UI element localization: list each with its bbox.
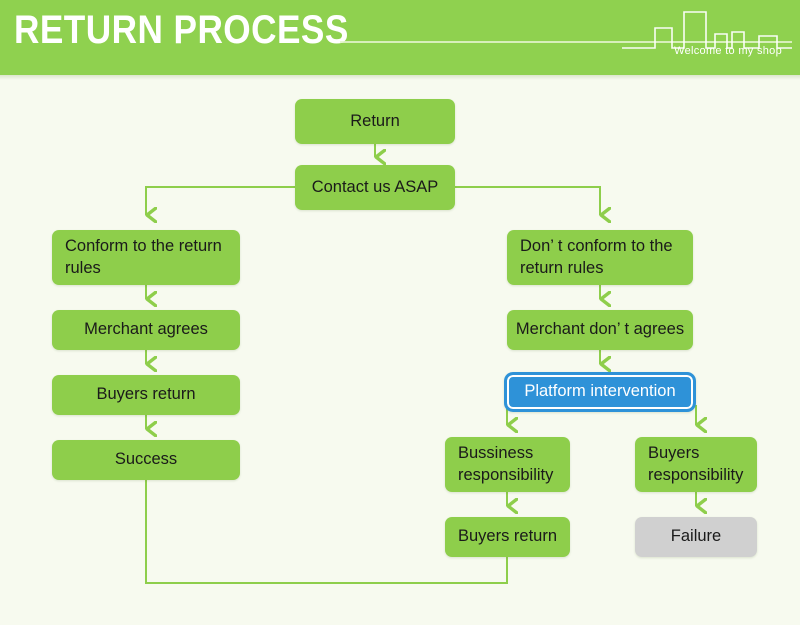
node-bussiness-responsibility-label: Bussiness responsibility <box>458 444 554 484</box>
node-buyers-return-left-label: Buyers return <box>96 385 196 404</box>
node-success[interactable]: Success <box>52 440 240 480</box>
node-contact-us-asap-label: Contact us ASAP <box>311 177 439 196</box>
node-conform-to-return-rules[interactable]: Conform to the return rules <box>52 230 240 285</box>
node-buyers-responsibility[interactable]: Buyers responsibility <box>635 437 757 492</box>
node-failure[interactable]: Failure <box>635 517 757 557</box>
node-buyers-responsibility-label: Buyers responsibility <box>648 444 744 484</box>
node-conform-label: Conform to the return rules <box>65 237 222 277</box>
node-dont-conform-to-return-rules[interactable]: Don’ t conform to the return rules <box>507 230 693 285</box>
node-bussiness-responsibility[interactable]: Bussiness responsibility <box>445 437 570 492</box>
node-platform-intervention[interactable]: Platform intervention <box>504 372 696 412</box>
node-buyers-return-left[interactable]: Buyers return <box>52 375 240 415</box>
node-merchant-agrees-label: Merchant agrees <box>84 320 208 339</box>
node-dont-conform-label: Don’ t conform to the return rules <box>520 237 673 277</box>
header-tagline: Welcome to my shop <box>674 45 782 57</box>
edge-contact-split-left <box>145 186 295 215</box>
node-merchant-agrees[interactable]: Merchant agrees <box>52 310 240 350</box>
page-header: RETURN PROCESS Welcome to my shop <box>0 0 800 75</box>
node-platform-intervention-label: Platform intervention <box>524 382 676 401</box>
node-return-label: Return <box>350 111 400 130</box>
page-title: RETURN PROCESS <box>14 8 349 52</box>
edge-contact-split-right <box>455 186 600 215</box>
flowchart-canvas: Return Contact us ASAP Conform to the re… <box>0 75 800 625</box>
node-contact-us-asap[interactable]: Contact us ASAP <box>295 165 455 210</box>
node-buyers-return-right-label: Buyers return <box>457 527 558 546</box>
page-root: RETURN PROCESS Welcome to my shop Return… <box>0 0 800 625</box>
node-merchant-dont-agrees[interactable]: Merchant don’ t agrees <box>507 310 693 350</box>
node-return[interactable]: Return <box>295 99 455 144</box>
node-success-label: Success <box>114 450 178 469</box>
node-merchant-dont-agrees-label: Merchant don’ t agrees <box>515 320 685 339</box>
node-failure-label: Failure <box>670 527 722 546</box>
node-buyers-return-right[interactable]: Buyers return <box>445 517 570 557</box>
